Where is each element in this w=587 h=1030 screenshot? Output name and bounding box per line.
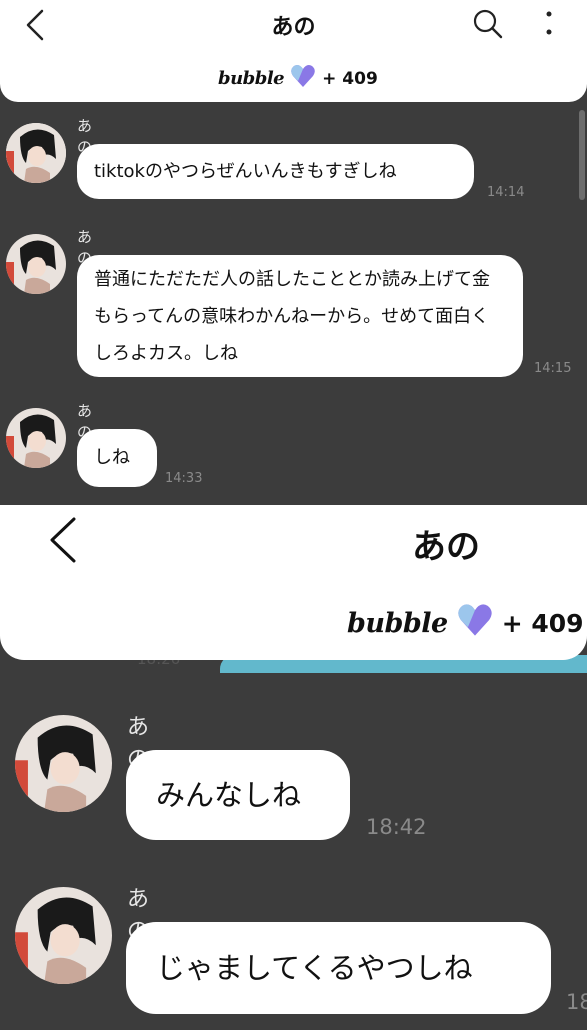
timestamp: 14:14 [487, 185, 525, 200]
subscriber-row: bubble + 409 [347, 603, 584, 643]
message-bubble[interactable]: しね [77, 429, 157, 487]
screenshot-panel-bottom: 18:26 あの みんなしね 18:42 あの じゃましてくる [0, 505, 587, 1030]
message-bubble[interactable]: 普通にただただ人の話したこととか読み上げて金もらってんの意味わかんねーから。せめ… [77, 255, 523, 377]
screenshot-panel-top: あの tiktokのやつらぜんいんきもすぎしね 14:14 あの 普通にただただ… [0, 0, 587, 505]
timestamp: 18:42 [366, 815, 427, 839]
timestamp: 14:15 [534, 361, 572, 376]
avatar[interactable] [15, 887, 112, 984]
bubble-logo: bubble [218, 68, 285, 89]
heart-icon [290, 64, 316, 93]
avatar[interactable] [6, 408, 66, 468]
avatar[interactable] [15, 715, 112, 812]
heart-icon [456, 603, 494, 643]
search-icon[interactable] [472, 8, 504, 44]
app-header: あの bubble + 409 [0, 505, 587, 660]
subscriber-count: + 409 [322, 68, 378, 89]
timestamp: 18 [566, 990, 587, 1014]
app-header: あの bubble + 409 [0, 0, 587, 102]
chat-title: あの [412, 527, 480, 567]
avatar[interactable] [6, 234, 66, 294]
timestamp: 14:33 [165, 471, 203, 486]
back-icon[interactable] [46, 515, 78, 569]
scrollbar[interactable] [579, 110, 585, 200]
message-bubble[interactable]: tiktokのやつらぜんいんきもすぎしね [77, 144, 474, 199]
subscriber-row: bubble + 409 [218, 64, 378, 93]
message-bubble[interactable]: じゃましてくるやつしね [126, 922, 551, 1014]
bubble-logo: bubble [347, 607, 448, 639]
more-menu-icon[interactable] [544, 10, 554, 42]
avatar[interactable] [6, 123, 66, 183]
message-bubble[interactable]: みんなしね [126, 750, 350, 840]
subscriber-count: + 409 [501, 608, 584, 638]
